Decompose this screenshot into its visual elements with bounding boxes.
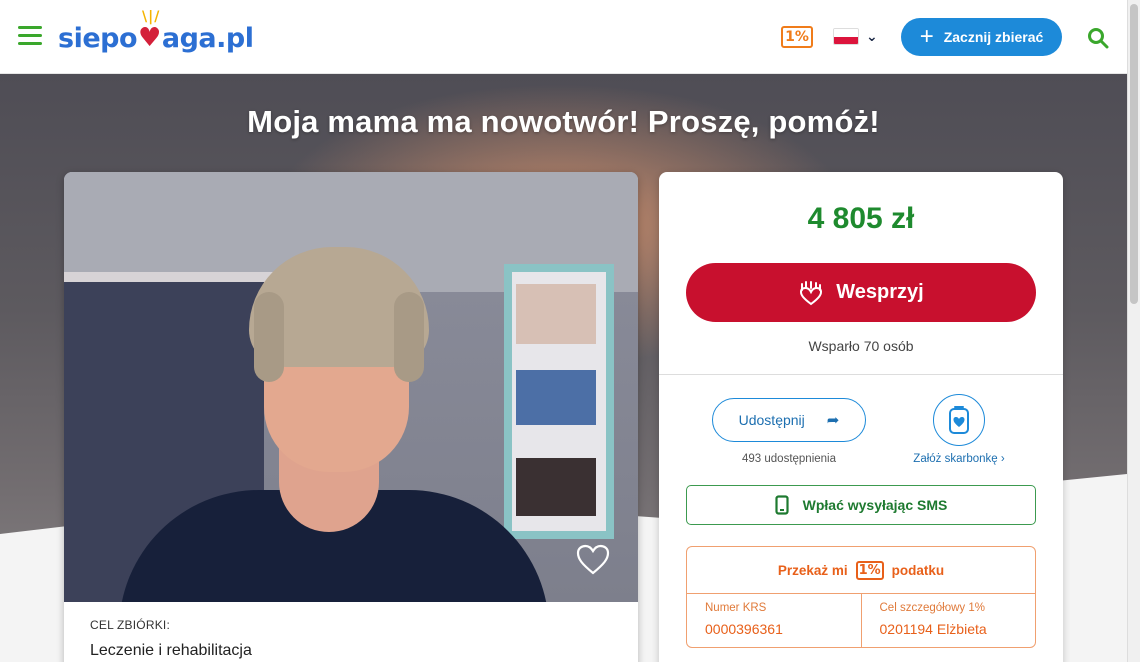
sms-label: Wpłać wysyłając SMS [802,497,948,513]
language-selector[interactable]: ⌄ [833,28,878,45]
logo-heart-icon: \|/♥ [138,9,161,53]
chevron-down-icon: ⌄ [866,28,878,44]
collected-amount: 4 805 zł [807,202,915,235]
create-piggy-bank-link[interactable]: Załóż skarbonkę › [889,453,1029,465]
shares-count: 493 udostępnienia [742,453,836,465]
fundraiser-photo[interactable] [64,172,638,602]
page-scrollbar[interactable] [1127,0,1140,662]
logo-text-part: sie [58,22,101,54]
goal-label: CEL ZBIÓRKI: [90,618,170,632]
detailed-goal-field[interactable]: Cel szczegółowy 1% 0201194 Elżbieta [860,594,1036,647]
detailed-goal-value: 0201194 Elżbieta [879,621,987,637]
supporters-count: Wsparło 70 osób [808,338,914,354]
logo-text-part: aga.pl [161,22,254,54]
tax-heading-after: podatku [891,562,945,578]
top-header: sie po \|/♥ aga.pl 1% ⌄ + Zacznij zbierać [0,0,1127,74]
goal-section: CEL ZBIÓRKI: Leczenie i rehabilitacja [64,602,638,662]
heart-icon[interactable] [576,544,610,576]
support-label: Wesprzyj [836,281,924,303]
tax-one-percent-box: Przekaż mi 1% podatku Numer KRS 00003963… [686,546,1036,648]
start-fundraiser-label: Zacznij zbierać [943,29,1044,45]
tax-heading: Przekaż mi 1% podatku [687,547,1035,594]
share-button[interactable]: Udostępnij ➦ [712,398,866,442]
start-fundraiser-button[interactable]: + Zacznij zbierać [901,18,1062,56]
logo-text-part: po [100,22,138,54]
share-arrow-icon: ➦ [826,412,840,429]
detailed-goal-label: Cel szczegółowy 1% [879,602,985,614]
goal-value: Leczenie i rehabilitacja [90,642,252,659]
share-label: Udostępnij [738,412,805,428]
scrollbar-thumb[interactable] [1130,4,1138,304]
poland-flag-icon [833,28,859,45]
search-icon[interactable] [1087,27,1109,49]
page-title: Moja mama ma nowotwór! Proszę, pomóż! [247,104,880,139]
divider [659,374,1063,375]
one-percent-icon: 1% [855,560,884,580]
tax-heading-before: Przekaż mi [777,562,848,578]
krs-label: Numer KRS [705,602,767,614]
piggy-bank-icon[interactable] [933,394,985,446]
siepomaga-logo[interactable]: sie po \|/♥ aga.pl [58,9,254,62]
one-percent-icon[interactable]: 1% [781,26,813,48]
krs-value: 0000396361 [705,621,783,637]
hero-section: Moja mama ma nowotwór! Proszę, pomóż! CE… [0,74,1127,662]
fundraiser-photo-card: CEL ZBIÓRKI: Leczenie i rehabilitacja [64,172,638,662]
hand-heart-icon [800,280,823,305]
phone-icon [775,495,789,515]
donation-card: 4 805 zł Wesprzyj Wsparło 70 osób Udostę… [659,172,1063,662]
sms-donate-button[interactable]: Wpłać wysyłając SMS [686,485,1036,525]
plus-icon: + [919,23,934,50]
logo-sun-icon: \|/ [142,9,161,25]
menu-icon[interactable] [18,26,42,46]
support-button[interactable]: Wesprzyj [686,263,1036,322]
krs-number-field[interactable]: Numer KRS 0000396361 [687,594,861,647]
